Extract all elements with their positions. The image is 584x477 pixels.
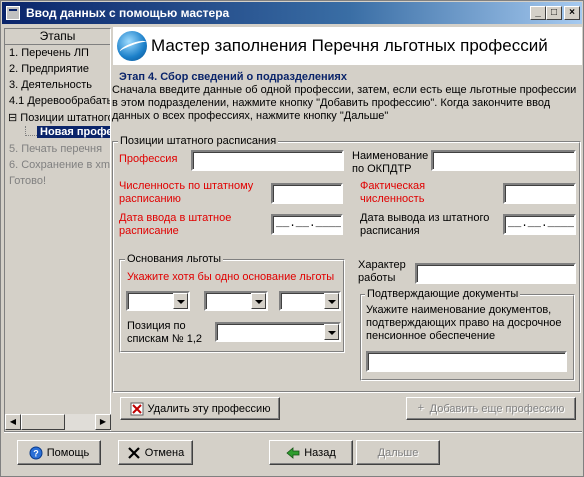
help-button[interactable]: ? Помощь <box>17 440 101 465</box>
profession-label: Профессия <box>119 153 178 165</box>
plus-icon: + <box>417 401 425 414</box>
title-bar[interactable]: Ввод данных с помощью мастера _ □ × <box>2 2 582 24</box>
position-list-label: Позиция по спискам № 1,2 <box>127 320 203 345</box>
app-window-icon <box>6 6 20 20</box>
step-item-positions[interactable]: ⊟ Позиции штатного р <box>8 111 111 124</box>
staff-count-label: Численность по штатному расписанию <box>119 180 254 205</box>
steps-header: Этапы <box>5 29 110 45</box>
actual-count-label: Фактическая численность <box>360 180 426 205</box>
docs-group-title: Подтверждающие документы <box>365 288 521 300</box>
tree-collapse-icon[interactable]: ⊟ <box>8 112 17 124</box>
tree-connector <box>25 126 37 136</box>
close-button[interactable]: × <box>564 6 580 20</box>
basis-combo-2[interactable] <box>204 291 268 311</box>
work-character-label: Характер работы <box>358 259 406 284</box>
step-item-activity[interactable]: 3. Деятельность <box>9 79 92 91</box>
footer-divider <box>4 431 582 433</box>
back-label: Назад <box>304 446 336 459</box>
work-character-input[interactable] <box>415 263 576 284</box>
delete-profession-label: Удалить эту профессию <box>147 402 271 415</box>
delete-profession-button[interactable]: Удалить эту профессию <box>120 397 280 420</box>
arrow-left-icon <box>286 446 300 460</box>
wizard-title: Мастер заполнения Перечня льготных профе… <box>151 36 548 55</box>
steps-hscrollbar[interactable]: ◀ ▶ <box>5 414 111 430</box>
docs-input[interactable] <box>366 351 567 372</box>
globe-logo-icon <box>117 31 147 61</box>
staff-count-input[interactable] <box>271 183 343 204</box>
step-item-done: Готово! <box>9 175 47 187</box>
date-in-input[interactable]: __.__.____ <box>271 214 343 235</box>
step-item-list[interactable]: 1. Перечень ЛП <box>9 47 89 59</box>
svg-text:?: ? <box>33 448 39 458</box>
next-label: Дальше <box>377 446 419 459</box>
profession-input[interactable] <box>191 150 344 171</box>
wizard-header: Мастер заполнения Перечня льготных профе… <box>113 27 582 65</box>
scroll-left-icon[interactable]: ◀ <box>5 414 21 430</box>
actual-count-input[interactable] <box>503 183 576 204</box>
chevron-down-icon[interactable] <box>251 293 266 309</box>
stage-title: Этап 4. Сбор сведений о подразделениях <box>119 71 347 83</box>
step-item-woodworking[interactable]: 4.1 Деревообрабатывающ <box>9 95 110 107</box>
close-icon <box>127 446 141 460</box>
step-item-new-profession[interactable]: Новая профе <box>37 126 110 138</box>
add-profession-label: Добавить еще профессию <box>429 402 565 415</box>
add-profession-button[interactable]: + Добавить еще профессию <box>406 397 576 420</box>
date-out-input[interactable]: __.__.____ <box>503 214 576 235</box>
date-out-label: Дата вывода из штатного расписания <box>360 212 490 237</box>
positions-group-title: Позиции штатного расписания <box>118 135 279 147</box>
chevron-down-icon[interactable] <box>324 324 339 340</box>
date-in-label: Дата ввода в штатное расписание <box>119 212 232 237</box>
okpdtr-label: Наименование по ОКПДТР <box>352 150 429 175</box>
scroll-right-icon[interactable]: ▶ <box>95 414 111 430</box>
help-icon: ? <box>29 446 43 460</box>
chevron-down-icon[interactable] <box>173 293 188 309</box>
delete-icon <box>130 402 144 416</box>
chevron-down-icon[interactable] <box>324 293 339 309</box>
minimize-button[interactable]: _ <box>530 6 546 20</box>
cancel-button[interactable]: Отмена <box>118 440 193 465</box>
step-item-enterprise[interactable]: 2. Предприятие <box>9 63 89 75</box>
steps-panel: Этапы 1. Перечень ЛП 2. Предприятие 3. Д… <box>4 28 111 432</box>
cancel-label: Отмена <box>144 446 185 459</box>
okpdtr-input[interactable] <box>431 150 576 171</box>
next-button[interactable]: Дальше <box>356 440 440 465</box>
wizard-window: Ввод данных с помощью мастера _ □ × Этап… <box>0 0 584 477</box>
basis-group-title: Основания льготы <box>125 253 224 265</box>
maximize-button[interactable]: □ <box>546 6 562 20</box>
step-item-save-xml: 6. Сохранение в xml <box>9 159 111 171</box>
position-list-combo[interactable] <box>215 322 341 342</box>
scroll-thumb[interactable] <box>21 414 65 430</box>
basis-hint: Укажите хотя бы одно основание льготы <box>127 271 335 283</box>
stage-description: Сначала введите данные об одной професси… <box>112 84 577 122</box>
window-title: Ввод данных с помощью мастера <box>26 6 230 20</box>
back-button[interactable]: Назад <box>269 440 353 465</box>
step-item-positions-label: Позиции штатного р <box>20 112 111 124</box>
help-label: Помощь <box>46 446 90 459</box>
docs-hint: Укажите наименование документов, подтвер… <box>366 304 562 342</box>
step-item-print: 5. Печать перечня <box>9 143 103 155</box>
basis-combo-3[interactable] <box>279 291 341 311</box>
basis-combo-1[interactable] <box>126 291 190 311</box>
